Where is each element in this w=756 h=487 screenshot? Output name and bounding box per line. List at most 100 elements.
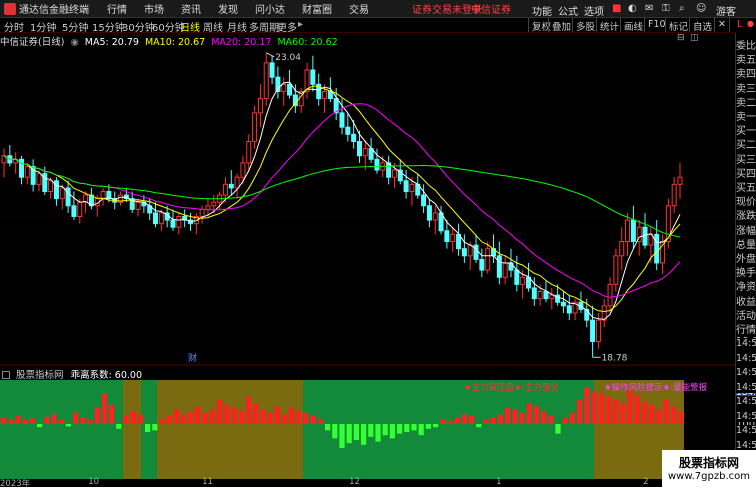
high-pointer (266, 52, 275, 58)
osc-bar-up (130, 411, 136, 424)
osc-bar-down (339, 424, 345, 448)
menu-market[interactable]: 市场 (144, 1, 164, 16)
side-label[interactable]: 买五 (736, 179, 756, 194)
tick-time: 14:50 (736, 338, 756, 349)
guest-label[interactable]: 游客 (716, 3, 736, 18)
osc-bar-up (159, 419, 165, 424)
period-1min[interactable]: 1分钟 (30, 19, 56, 34)
osc-bar-up (44, 416, 50, 424)
menu-discover[interactable]: 发现 (218, 1, 238, 16)
candle-up (613, 255, 619, 285)
date-tick: 2023年 (0, 479, 31, 487)
side-label[interactable]: 委比 (736, 37, 756, 52)
osc-bar-up (584, 387, 590, 424)
menu-options[interactable]: 选项 (584, 3, 604, 18)
side-label[interactable]: 总量 (736, 235, 756, 251)
period-intraday[interactable]: 分时 (4, 19, 24, 34)
side-label[interactable]: 买一 (736, 122, 756, 138)
osc-band-olive (123, 380, 141, 479)
menu-wealth-circle[interactable]: 财富圈 (302, 1, 332, 16)
candle-down (53, 180, 59, 200)
candle-up (432, 212, 438, 221)
osc-bar-up (598, 393, 604, 424)
side-label[interactable]: 卖四 (736, 65, 756, 81)
period-more[interactable]: 更多 (277, 19, 297, 34)
osc-bar-up (8, 419, 14, 424)
menu-function[interactable]: 功能 (532, 3, 552, 18)
candlestick-series (1, 52, 683, 358)
candle-up (671, 183, 677, 207)
mark-button[interactable]: 标记 (665, 18, 691, 33)
red-square-icon[interactable]: ■ (612, 3, 621, 14)
menu-quotes[interactable]: 行情 (107, 1, 127, 16)
period-weekly[interactable]: 周线 (203, 19, 223, 34)
candle-up (625, 219, 631, 243)
side-label[interactable]: 买二 (736, 136, 756, 152)
price-chart[interactable]: 23.04 18.78 财 ★主力高控盘★:主力强化 ★操作风险提示★:量能警报 (0, 33, 735, 479)
candle-up (362, 148, 368, 157)
side-panel-header: L ● (735, 18, 756, 33)
stats-button[interactable]: 统计 (596, 18, 622, 33)
multi-stock-button[interactable]: 多股 (572, 18, 598, 33)
message-icon[interactable]: ✉ (645, 3, 653, 14)
side-label[interactable]: 收益 (736, 292, 756, 308)
watchlist-button[interactable]: 自选 (689, 18, 715, 33)
indicator-toggle-icon[interactable] (2, 371, 10, 379)
osc-bar-up (231, 408, 237, 424)
period-30min[interactable]: 30分钟 (122, 19, 155, 34)
osc-bar-down (116, 424, 122, 429)
search-icon[interactable]: ⌕ (679, 3, 685, 14)
side-label[interactable]: 卖二 (736, 93, 756, 109)
side-label[interactable]: 换手 (736, 264, 756, 280)
side-label[interactable]: 行情 (736, 321, 756, 336)
side-label[interactable]: 涨跌 (736, 207, 756, 223)
side-label[interactable]: 卖一 (736, 108, 756, 123)
candle-up (595, 319, 601, 343)
broker-name[interactable]: 中信证券 (471, 1, 511, 16)
lock-icon[interactable]: ⚿ (662, 3, 670, 14)
period-daily[interactable]: 日线 (180, 19, 200, 34)
osc-bar-down (37, 424, 43, 428)
side-label[interactable]: 卖五 (736, 51, 756, 67)
side-label[interactable]: 外盘 (736, 250, 756, 265)
menu-trade[interactable]: 交易 (349, 1, 369, 16)
osc-bar-up (101, 393, 107, 424)
more-arrow-icon[interactable]: ▸ (298, 19, 303, 30)
side-label[interactable]: 净资 (736, 278, 756, 294)
side-label[interactable]: 涨幅 (736, 221, 756, 237)
close-icon[interactable]: ✕ (714, 18, 730, 32)
candle-up (240, 162, 246, 178)
osc-bar-up (605, 396, 611, 424)
overlay-button[interactable]: 叠加 (548, 18, 574, 33)
period-monthly[interactable]: 月线 (227, 19, 247, 34)
osc-bar-down (382, 424, 388, 436)
candle-up (677, 176, 683, 185)
candle-up (59, 187, 65, 200)
skin-icon[interactable]: ◐ (628, 3, 637, 14)
period-multi[interactable]: 多周期 (249, 19, 279, 34)
osc-bar-up (461, 414, 467, 424)
side-label[interactable]: 活动 (736, 306, 756, 322)
period-15min[interactable]: 15分钟 (92, 19, 125, 34)
menu-ask-xiaoda[interactable]: 问小达 (255, 1, 285, 16)
osc-bar-up (562, 417, 568, 424)
side-label[interactable]: 现价 (736, 193, 756, 209)
draw-line-button[interactable]: 画线 (620, 18, 646, 33)
oscillator-panel: ★主力高控盘★:主力强化 ★操作风险提示★:量能警报 (0, 380, 708, 479)
title-bar: 通达信金融终端 行情 市场 资讯 发现 问小达 财富圈 交易 证券交易未登录 中… (0, 0, 756, 18)
candle-down (642, 226, 648, 246)
osc-bar-up (58, 419, 64, 424)
quote-side-panel: 23.0022.7522.5022.2522.0021.7521.5021.25… (735, 33, 756, 480)
candle-up (176, 216, 182, 228)
side-label[interactable]: 卖三 (736, 79, 756, 95)
candle-up (520, 276, 526, 285)
side-label[interactable]: 买三 (736, 150, 756, 166)
menu-formula[interactable]: 公式 (558, 3, 578, 18)
osc-bar-up (274, 406, 280, 424)
menu-news[interactable]: 资讯 (181, 1, 201, 16)
user-icon[interactable]: ☺ (696, 3, 706, 14)
osc-bar-up (620, 403, 626, 424)
side-label[interactable]: 买四 (736, 164, 756, 180)
osc-bar-up (173, 409, 179, 424)
period-5min[interactable]: 5分钟 (62, 19, 88, 34)
